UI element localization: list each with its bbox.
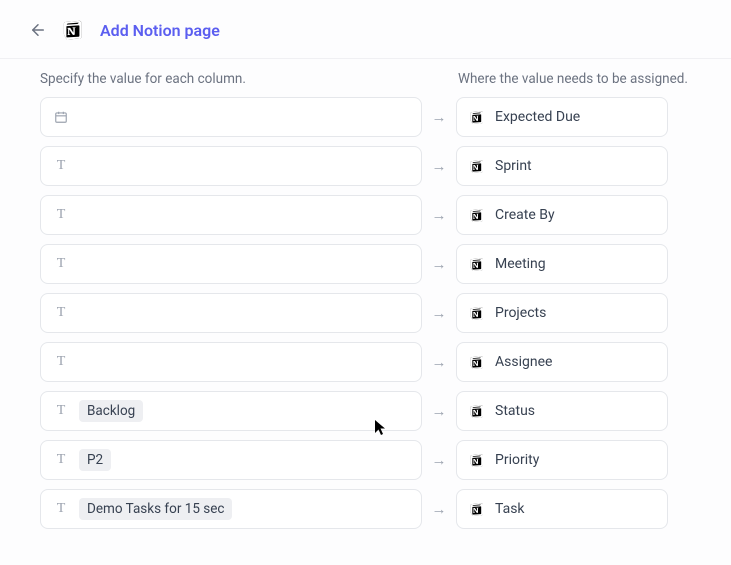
notion-icon xyxy=(469,403,485,419)
arrow-right-icon: → xyxy=(422,206,456,224)
target-field[interactable]: Projects xyxy=(456,293,668,333)
target-label: Sprint xyxy=(495,158,532,174)
value-input[interactable]: T xyxy=(40,244,422,284)
text-type-icon: T xyxy=(53,256,69,272)
arrow-right-icon: → xyxy=(422,304,456,322)
target-field[interactable]: Task xyxy=(456,489,668,529)
arrow-right-icon: → xyxy=(422,402,456,420)
value-input[interactable]: T xyxy=(40,342,422,382)
value-chip: P2 xyxy=(79,449,111,471)
value-chip: Demo Tasks for 15 sec xyxy=(79,498,232,520)
notion-icon xyxy=(469,158,485,174)
text-type-icon: T xyxy=(53,354,69,370)
arrow-right-icon: → xyxy=(422,451,456,469)
value-input[interactable]: T P2 xyxy=(40,440,422,480)
mapping-row: T → Projects xyxy=(40,293,691,333)
value-chip: Backlog xyxy=(79,400,143,422)
text-type-icon: T xyxy=(53,207,69,223)
notion-icon xyxy=(62,18,86,42)
back-arrow-icon[interactable] xyxy=(28,20,48,40)
notion-icon xyxy=(469,452,485,468)
value-input[interactable]: T xyxy=(40,195,422,235)
value-input[interactable]: T Demo Tasks for 15 sec xyxy=(40,489,422,529)
mapping-row: T Backlog → Status xyxy=(40,391,691,431)
page-title: Add Notion page xyxy=(100,21,220,40)
notion-icon xyxy=(469,109,485,125)
target-label: Priority xyxy=(495,452,539,468)
notion-icon xyxy=(469,256,485,272)
left-column-header: Specify the value for each column. xyxy=(40,71,430,87)
target-field[interactable]: Priority xyxy=(456,440,668,480)
target-label: Projects xyxy=(495,305,546,321)
target-field[interactable]: Status xyxy=(456,391,668,431)
notion-icon xyxy=(469,501,485,517)
target-label: Create By xyxy=(495,207,555,223)
mapping-row: T → Sprint xyxy=(40,146,691,186)
text-type-icon: T xyxy=(53,403,69,419)
target-label: Task xyxy=(495,501,525,517)
mapping-row: T → Create By xyxy=(40,195,691,235)
target-field[interactable]: Assignee xyxy=(456,342,668,382)
mapping-form: Specify the value for each column. Where… xyxy=(0,59,731,558)
mapping-row: T → Meeting xyxy=(40,244,691,284)
value-input[interactable]: T xyxy=(40,293,422,333)
target-field[interactable]: Expected Due xyxy=(456,97,668,137)
arrow-right-icon: → xyxy=(422,353,456,371)
arrow-right-icon: → xyxy=(422,108,456,126)
target-label: Meeting xyxy=(495,256,546,272)
arrow-right-icon: → xyxy=(422,255,456,273)
text-type-icon: T xyxy=(53,305,69,321)
target-field[interactable]: Create By xyxy=(456,195,668,235)
text-type-icon: T xyxy=(53,501,69,517)
notion-icon xyxy=(469,354,485,370)
text-type-icon: T xyxy=(53,452,69,468)
target-field[interactable]: Sprint xyxy=(456,146,668,186)
mapping-row: T P2 → Priority xyxy=(40,440,691,480)
mapping-row: T → Assignee xyxy=(40,342,691,382)
target-label: Expected Due xyxy=(495,109,580,125)
text-type-icon: T xyxy=(53,158,69,174)
value-input[interactable] xyxy=(40,97,422,137)
notion-icon xyxy=(469,305,485,321)
target-field[interactable]: Meeting xyxy=(456,244,668,284)
arrow-right-icon: → xyxy=(422,157,456,175)
target-label: Assignee xyxy=(495,354,552,370)
value-input[interactable]: T Backlog xyxy=(40,391,422,431)
value-input[interactable]: T xyxy=(40,146,422,186)
page-header: Add Notion page xyxy=(0,0,731,59)
arrow-right-icon: → xyxy=(422,500,456,518)
right-column-header: Where the value needs to be assigned. xyxy=(458,71,688,87)
mapping-row: → Expected Due xyxy=(40,97,691,137)
notion-icon xyxy=(469,207,485,223)
calendar-icon xyxy=(53,109,69,125)
mapping-row: T Demo Tasks for 15 sec → Task xyxy=(40,489,691,529)
target-label: Status xyxy=(495,403,535,419)
